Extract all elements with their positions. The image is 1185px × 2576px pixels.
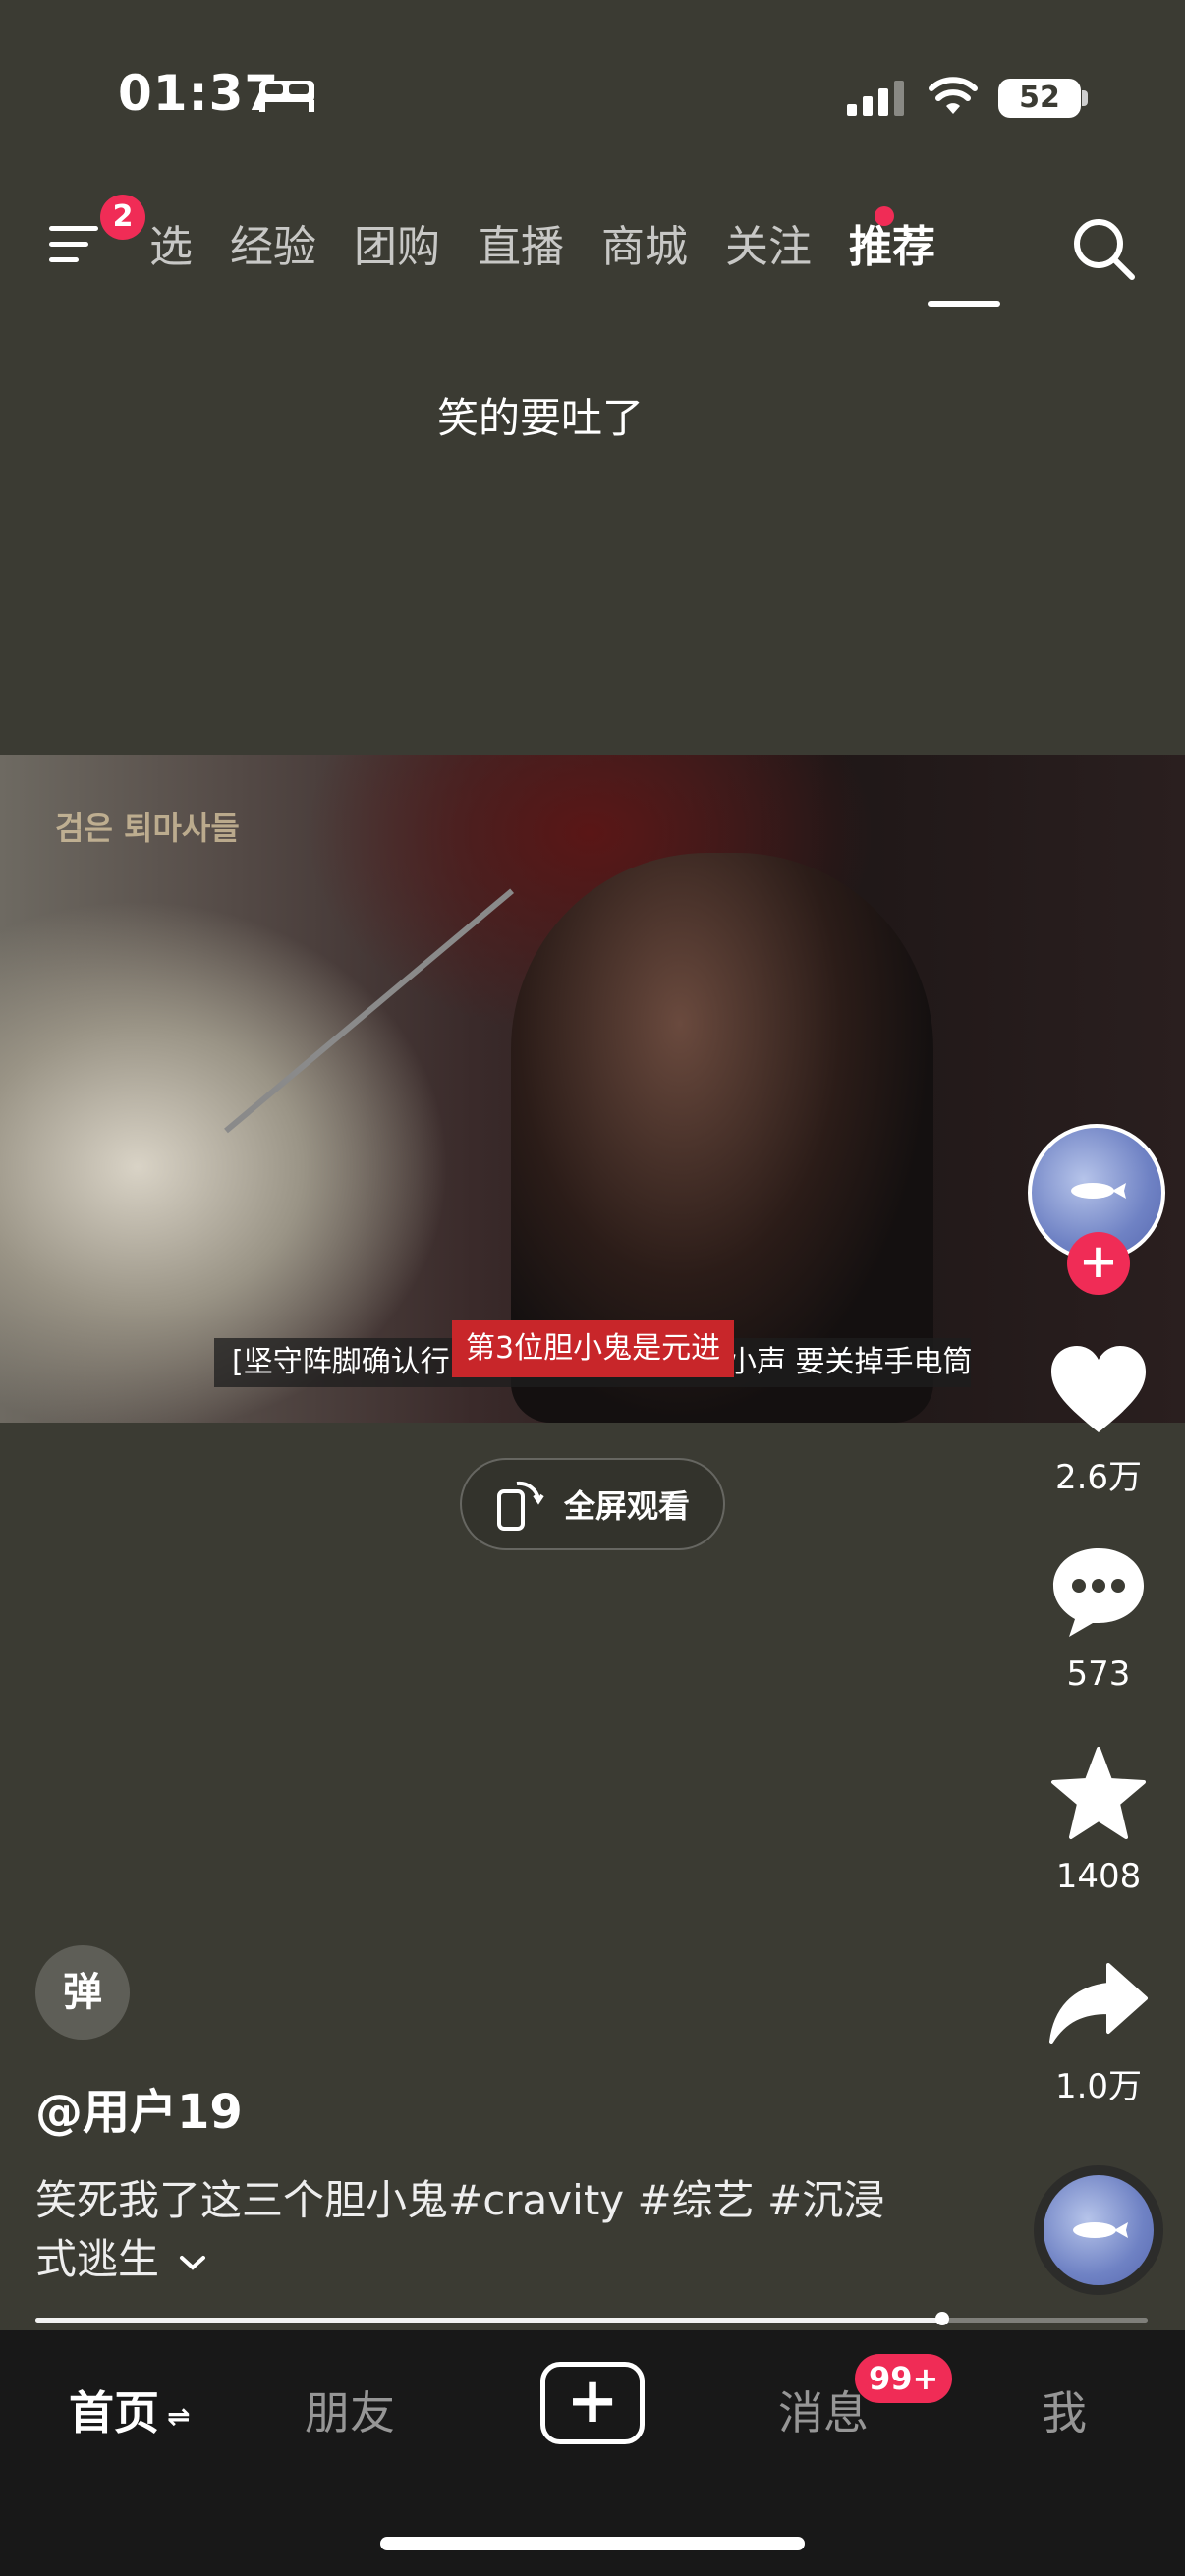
share-icon[interactable] bbox=[1047, 1959, 1150, 2053]
fish-icon bbox=[1073, 2222, 1128, 2238]
post-description[interactable]: 笑死我了这三个胆小鬼#cravity #综艺 #沉浸式逃生 bbox=[35, 2171, 920, 2289]
nav-home[interactable]: 首页 ⇌ bbox=[69, 2378, 190, 2442]
status-time: 01:37 bbox=[118, 65, 280, 122]
tab-live[interactable]: 直播 bbox=[478, 218, 564, 281]
tab-group-buy[interactable]: 团购 bbox=[354, 218, 440, 281]
comment-icon[interactable] bbox=[1047, 1544, 1150, 1639]
tab-mall[interactable]: 商城 bbox=[601, 218, 688, 281]
swap-icon: ⇌ bbox=[167, 2400, 191, 2433]
battery-tip bbox=[1082, 90, 1088, 106]
nav-me[interactable]: 我 bbox=[1042, 2378, 1087, 2442]
share-count: 1.0万 bbox=[1054, 2067, 1143, 2106]
like-count: 2.6万 bbox=[1054, 1458, 1143, 1497]
video-progress-knob[interactable] bbox=[935, 2312, 949, 2325]
fullscreen-button[interactable]: 全屏观看 bbox=[460, 1458, 725, 1550]
nav-home-label: 首页 bbox=[69, 2386, 159, 2439]
description-text: 笑死我了这三个胆小鬼#cravity #综艺 #沉浸式逃生 bbox=[35, 2176, 885, 2283]
star-icon[interactable] bbox=[1047, 1747, 1150, 1841]
subtitle-right: 小声 要关掉手电筒 bbox=[727, 1345, 973, 1379]
menu-icon[interactable] bbox=[49, 222, 104, 267]
video-progress-fill bbox=[35, 2318, 942, 2323]
create-button[interactable]: + bbox=[540, 2362, 645, 2444]
nav-friends[interactable]: 朋友 bbox=[305, 2378, 395, 2442]
danmu-button[interactable]: 弹 bbox=[35, 1945, 130, 2040]
fullscreen-label: 全屏观看 bbox=[564, 1487, 691, 1525]
video-watermark: 검은 퇴마사들 bbox=[55, 810, 240, 847]
video-caption: 笑的要吐了 bbox=[436, 394, 644, 442]
comment-count: 573 bbox=[1066, 1654, 1131, 1694]
search-icon[interactable] bbox=[1071, 216, 1136, 281]
stair-rail bbox=[224, 888, 515, 1134]
tab-recommended[interactable]: 推荐 bbox=[849, 218, 935, 281]
messages-badge: 99+ bbox=[855, 2354, 953, 2403]
tab-selected[interactable]: 选 bbox=[149, 218, 193, 281]
battery-icon: 52 bbox=[998, 79, 1081, 118]
subtitle-left: [坚守阵脚确认行 bbox=[232, 1345, 450, 1379]
signal-icon bbox=[847, 81, 904, 116]
menu-badge: 2 bbox=[100, 195, 145, 240]
fish-icon bbox=[1071, 1183, 1126, 1199]
top-tabs: 选 经验 团购 直播 商城 关注 推荐 bbox=[149, 218, 973, 281]
follow-button[interactable]: + bbox=[1067, 1232, 1130, 1295]
home-indicator bbox=[380, 2537, 805, 2550]
nav-messages[interactable]: 消息 bbox=[778, 2378, 869, 2442]
subtitle-highlight: 第3位胆小鬼是元进 bbox=[452, 1320, 735, 1377]
wifi-icon bbox=[929, 77, 978, 114]
rotate-screen-icon bbox=[497, 1481, 544, 1531]
tab-experience[interactable]: 经验 bbox=[230, 218, 316, 281]
following-dot bbox=[875, 206, 894, 226]
music-disc[interactable] bbox=[1034, 2165, 1163, 2295]
heart-icon[interactable] bbox=[1047, 1342, 1150, 1436]
chevron-down-icon[interactable] bbox=[178, 2252, 207, 2273]
username[interactable]: @用户19 bbox=[35, 2073, 243, 2142]
active-tab-underline bbox=[928, 301, 1000, 307]
favorite-count: 1408 bbox=[1055, 1857, 1142, 1896]
tab-following[interactable]: 关注 bbox=[725, 218, 812, 281]
bed-icon bbox=[259, 81, 314, 112]
